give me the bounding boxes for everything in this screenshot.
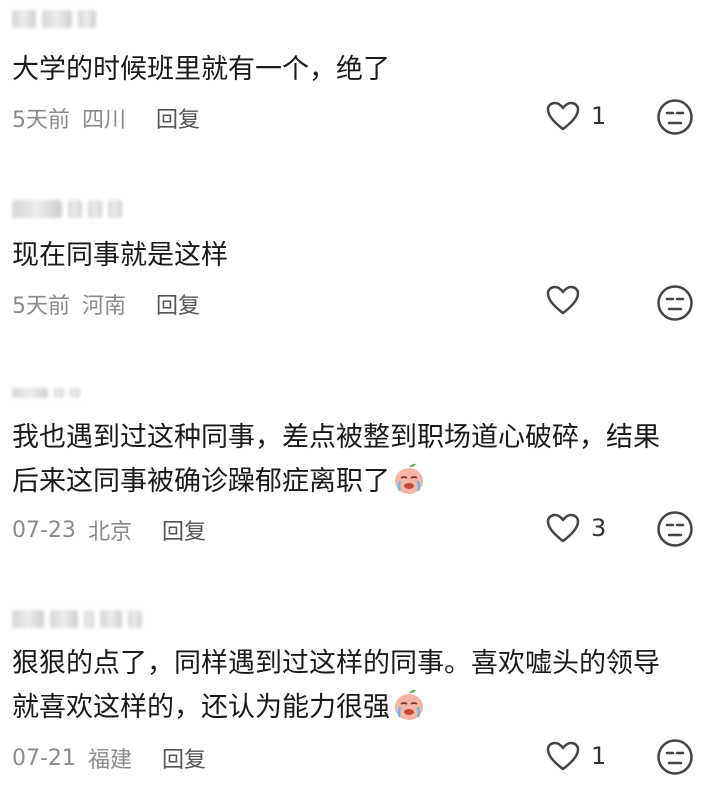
like-button[interactable]: 3 <box>545 512 606 544</box>
comment-location: 福建 <box>87 748 132 773</box>
like-count: 1 <box>591 742 607 770</box>
comment-time: 5天前 <box>12 294 70 319</box>
username-blurred[interactable] <box>12 382 80 404</box>
crying-peach-emoji <box>395 689 423 720</box>
comment-location: 河南 <box>82 294 127 319</box>
comment-meta: 5天前 河南 回复 <box>12 288 200 320</box>
neutral-face-icon[interactable] <box>656 98 694 136</box>
comment-time: 5天前 <box>12 108 70 133</box>
neutral-face-icon[interactable] <box>656 510 694 548</box>
comment-meta: 07-23 北京 回复 <box>12 514 206 546</box>
comment-meta: 07-21 福建 回复 <box>12 742 206 774</box>
username-blurred[interactable] <box>12 198 122 220</box>
comment-text-line-wrap: 就喜欢这样的，还认为能力很强 <box>12 688 426 728</box>
heart-outline-icon <box>546 285 580 315</box>
like-button[interactable]: 1 <box>545 100 606 132</box>
neutral-face-icon[interactable] <box>656 284 694 322</box>
comment-location: 四川 <box>82 108 127 133</box>
reply-button[interactable]: 回复 <box>156 288 200 320</box>
comment-text-line-wrap: 后来这同事被确诊躁郁症离职了 <box>12 462 426 502</box>
comment-text-line: 狠狠的点了，同样遇到过这样的同事。喜欢嘘头的领导 <box>12 648 660 679</box>
username-blurred[interactable] <box>12 8 96 30</box>
comment-location: 北京 <box>87 520 132 545</box>
username-blurred[interactable] <box>12 608 142 630</box>
reply-button[interactable]: 回复 <box>156 102 200 134</box>
comment-time: 07-21 <box>12 745 76 771</box>
comment-meta: 5天前 四川 回复 <box>12 102 200 134</box>
like-button[interactable]: 1 <box>545 740 606 772</box>
comment-text-line: 后来这同事被确诊躁郁症离职了 <box>12 466 390 497</box>
comment-text-line: 我也遇到过这种同事，差点被整到职场道心破碎，结果 <box>12 422 660 453</box>
like-button[interactable] <box>545 284 591 316</box>
comment-time: 07-23 <box>12 517 76 543</box>
comment-text-line: 现在同事就是这样 <box>12 240 228 271</box>
like-count: 1 <box>591 102 607 130</box>
comment-text-line: 大学的时候班里就有一个，绝了 <box>12 54 390 85</box>
heart-outline-icon <box>546 101 580 131</box>
like-count: 3 <box>591 514 607 542</box>
heart-outline-icon <box>546 741 580 771</box>
reply-button[interactable]: 回复 <box>162 514 206 546</box>
heart-outline-icon <box>546 513 580 543</box>
reply-button[interactable]: 回复 <box>162 742 206 774</box>
crying-peach-emoji <box>395 463 423 494</box>
neutral-face-icon[interactable] <box>656 738 694 776</box>
comment-text-line: 就喜欢这样的，还认为能力很强 <box>12 692 390 723</box>
